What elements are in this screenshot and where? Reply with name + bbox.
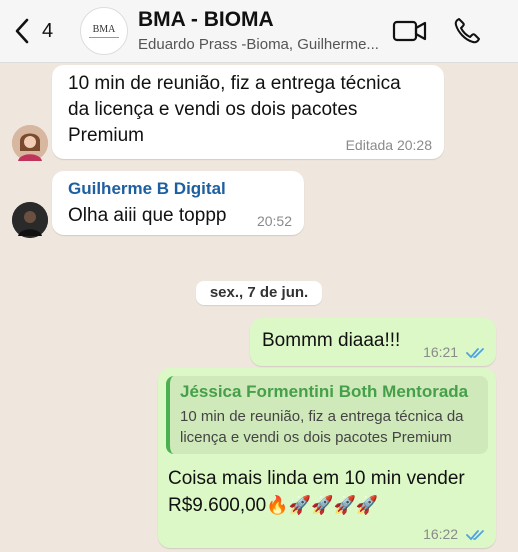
- sender-avatar[interactable]: [12, 125, 48, 161]
- logo-divider: [89, 37, 119, 38]
- phone-icon: [454, 18, 480, 44]
- quoted-sender-name: Jéssica Formentini Both Mentorada: [180, 382, 469, 401]
- video-camera-icon: [392, 20, 427, 42]
- message-text-line: 10 min de reunião, fiz a entrega técnica: [68, 73, 401, 94]
- double-check-icon: [466, 530, 484, 541]
- person-photo-icon: [12, 125, 48, 161]
- outgoing-reply-message[interactable]: Jéssica Formentini Both Mentorada 10 min…: [158, 368, 496, 548]
- message-text: Bommm diaaa!!!: [262, 330, 401, 351]
- outgoing-message[interactable]: Bommm diaaa!!! 16:21: [250, 318, 496, 366]
- message-meta: 16:21: [423, 344, 486, 360]
- person-photo-icon: [12, 202, 48, 238]
- message-list[interactable]: 10 min de reunião, fiz a entrega técnica…: [0, 63, 518, 552]
- message-timestamp: 20:52: [256, 213, 292, 229]
- quoted-text-line: licença e vendi os dois pacotes Premium: [180, 429, 452, 446]
- unread-count: 4: [42, 20, 54, 42]
- voice-call-button[interactable]: [452, 16, 482, 46]
- chat-header: 4 BMA BMA - BIOMA Eduardo Prass -Bioma, …: [0, 0, 518, 63]
- quoted-message[interactable]: Jéssica Formentini Both Mentorada 10 min…: [166, 376, 488, 454]
- chevron-left-icon: [15, 18, 29, 44]
- back-button[interactable]: 4: [14, 16, 54, 46]
- quoted-text-line: 10 min de reunião, fiz a entrega técnica…: [180, 408, 464, 425]
- message-text: Olha aiii que toppp: [68, 205, 227, 226]
- incoming-message[interactable]: 10 min de reunião, fiz a entrega técnica…: [52, 65, 444, 159]
- sender-avatar[interactable]: [12, 202, 48, 238]
- sender-name[interactable]: Guilherme B Digital: [68, 179, 226, 199]
- message-amount: R$9.600,00: [168, 495, 267, 516]
- message-timestamp: Editada 20:28: [345, 137, 432, 153]
- message-text-line: Coisa mais linda em 10 min vender: [168, 468, 465, 489]
- message-timestamp: 16:21: [423, 344, 459, 360]
- group-avatar[interactable]: BMA: [80, 7, 128, 55]
- message-timestamp: 16:22: [423, 526, 459, 542]
- fire-rocket-emoji: 🔥🚀🚀🚀🚀: [266, 495, 379, 515]
- video-call-button[interactable]: [392, 18, 428, 44]
- message-text-line: da licença e vendi os dois pacotes: [68, 99, 358, 120]
- incoming-message[interactable]: Guilherme B Digital Olha aiii que toppp …: [52, 171, 304, 235]
- double-check-icon: [466, 348, 484, 359]
- chat-title[interactable]: BMA - BIOMA: [138, 8, 274, 32]
- message-meta: 16:22: [423, 526, 486, 542]
- date-separator: sex., 7 de jun.: [196, 281, 322, 305]
- chat-participants[interactable]: Eduardo Prass -Bioma, Guilherme...: [138, 36, 378, 53]
- group-logo-text: BMA: [92, 24, 116, 35]
